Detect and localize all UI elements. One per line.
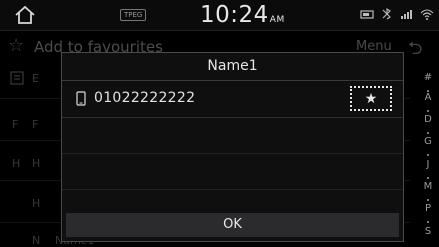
alphabet-index[interactable]: # A D G J M P S — [419, 68, 437, 245]
divider — [62, 189, 403, 190]
index-dot — [427, 154, 429, 156]
index-dot — [427, 177, 429, 179]
list-icon — [10, 71, 24, 85]
clock-time: 10:24 — [200, 2, 269, 28]
divider — [62, 153, 403, 154]
phone-entry-row[interactable]: 01022222222 ★ — [62, 81, 403, 118]
section-letter-h: H — [12, 157, 21, 170]
ok-button[interactable]: OK — [66, 213, 399, 237]
list-item-partial: H — [32, 197, 41, 210]
back-icon[interactable]: ⮌ — [408, 36, 422, 66]
media-icon — [360, 10, 374, 19]
home-icon[interactable] — [14, 5, 36, 25]
index-m[interactable]: M — [419, 181, 437, 192]
bluetooth-music-icon — [382, 8, 391, 20]
index-dot — [427, 199, 429, 201]
section-letter-n: N — [32, 234, 41, 247]
status-bar: TPEG 10:24AM — [0, 0, 439, 31]
contact-popup: Name1 01022222222 ★ OK — [61, 52, 404, 242]
index-dot — [427, 221, 429, 223]
index-p[interactable]: P — [419, 203, 437, 214]
star-icon: ★ — [364, 90, 378, 107]
status-icons — [360, 8, 434, 20]
list-item-partial: F — [32, 118, 39, 131]
phone-number: 01022222222 — [94, 90, 196, 106]
list-item-partial: H — [32, 157, 41, 170]
section-letter-f: F — [12, 118, 19, 131]
mobile-phone-icon — [76, 91, 86, 106]
star-outline-icon[interactable]: ☆ — [8, 35, 24, 56]
index-d[interactable]: D — [419, 114, 437, 125]
index-hash[interactable]: # — [419, 72, 437, 83]
tpeg-badge: TPEG — [120, 9, 147, 21]
clock: 10:24AM — [200, 2, 285, 28]
index-g[interactable]: G — [419, 136, 437, 147]
popup-title: Name1 — [62, 53, 403, 81]
index-a[interactable]: A — [419, 92, 437, 103]
index-dot — [427, 110, 429, 112]
signal-icon — [401, 10, 412, 19]
index-dot — [427, 132, 429, 134]
list-item-partial: E — [32, 72, 39, 85]
wifi-icon — [420, 9, 434, 20]
index-s[interactable]: S — [419, 226, 437, 237]
favourite-star-button[interactable]: ★ — [350, 86, 392, 111]
index-j[interactable]: J — [419, 159, 437, 170]
clock-ampm: AM — [269, 15, 285, 25]
